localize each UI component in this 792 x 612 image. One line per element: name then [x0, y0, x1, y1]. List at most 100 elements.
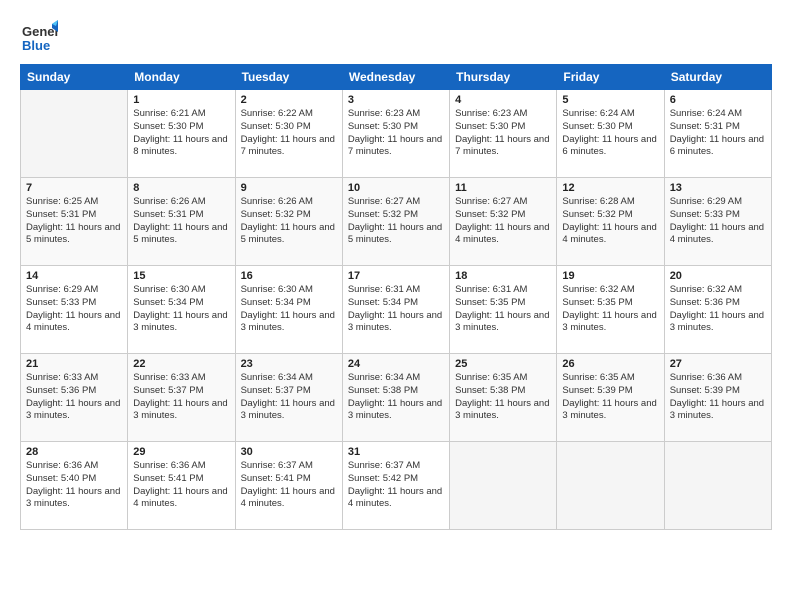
- calendar-cell: 21Sunrise: 6:33 AMSunset: 5:36 PMDayligh…: [21, 354, 128, 442]
- day-number: 21: [26, 358, 122, 370]
- day-number: 4: [455, 94, 551, 106]
- calendar-cell: 24Sunrise: 6:34 AMSunset: 5:38 PMDayligh…: [342, 354, 449, 442]
- day-number: 11: [455, 182, 551, 194]
- day-info: Sunrise: 6:31 AMSunset: 5:34 PMDaylight:…: [348, 284, 444, 335]
- calendar-body: 1Sunrise: 6:21 AMSunset: 5:30 PMDaylight…: [21, 90, 772, 530]
- day-number: 18: [455, 270, 551, 282]
- logo-icon: General Blue: [20, 18, 58, 56]
- calendar-cell: 28Sunrise: 6:36 AMSunset: 5:40 PMDayligh…: [21, 442, 128, 530]
- day-number: 30: [241, 446, 337, 458]
- calendar-cell: 26 Sunrise: 6:35 AMSunset: 5:39 PMDayligh…: [557, 354, 664, 442]
- day-number: 9: [241, 182, 337, 194]
- day-number: 8: [133, 182, 229, 194]
- col-header-sunday: Sunday: [21, 65, 128, 90]
- calendar-cell: [21, 90, 128, 178]
- calendar-cell: 6 Sunrise: 6:24 AMSunset: 5:31 PMDaylight…: [664, 90, 771, 178]
- calendar-week-row: 28Sunrise: 6:36 AMSunset: 5:40 PMDayligh…: [21, 442, 772, 530]
- day-info: Sunrise: 6:31 AMSunset: 5:35 PMDaylight:…: [455, 284, 551, 335]
- calendar-table: SundayMondayTuesdayWednesdayThursdayFrid…: [20, 64, 772, 530]
- col-header-tuesday: Tuesday: [235, 65, 342, 90]
- day-number: 17: [348, 270, 444, 282]
- day-info: Sunrise: 6:28 AMSunset: 5:32 PMDaylight:…: [562, 196, 658, 247]
- calendar-cell: 25 Sunrise: 6:35 AMSunset: 5:38 PMDayligh…: [450, 354, 557, 442]
- day-number: 26: [562, 358, 658, 370]
- calendar-cell: 22 Sunrise: 6:33 AMSunset: 5:37 PMDayligh…: [128, 354, 235, 442]
- day-info: Sunrise: 6:36 AMSunset: 5:40 PMDaylight:…: [26, 460, 122, 511]
- calendar-cell: 27Sunrise: 6:36 AMSunset: 5:39 PMDayligh…: [664, 354, 771, 442]
- day-number: 1: [133, 94, 229, 106]
- day-info: Sunrise: 6:27 AMSunset: 5:32 PMDaylight:…: [348, 196, 444, 247]
- day-info: Sunrise: 6:29 AMSunset: 5:33 PMDaylight:…: [26, 284, 122, 335]
- day-number: 13: [670, 182, 766, 194]
- day-info: Sunrise: 6:25 AMSunset: 5:31 PMDaylight:…: [26, 196, 122, 247]
- day-info: Sunrise: 6:33 AMSunset: 5:37 PMDaylight:…: [133, 372, 229, 423]
- day-number: 14: [26, 270, 122, 282]
- calendar-header-row: SundayMondayTuesdayWednesdayThursdayFrid…: [21, 65, 772, 90]
- calendar-cell: [664, 442, 771, 530]
- day-info: Sunrise: 6:30 AMSunset: 5:34 PMDaylight:…: [133, 284, 229, 335]
- calendar-cell: 17 Sunrise: 6:31 AMSunset: 5:34 PMDayligh…: [342, 266, 449, 354]
- svg-text:Blue: Blue: [22, 38, 50, 53]
- calendar-cell: 16 Sunrise: 6:30 AMSunset: 5:34 PMDayligh…: [235, 266, 342, 354]
- calendar-week-row: 1Sunrise: 6:21 AMSunset: 5:30 PMDaylight…: [21, 90, 772, 178]
- day-number: 25: [455, 358, 551, 370]
- day-number: 6: [670, 94, 766, 106]
- page: General Blue SundayMondayTuesdayWednesda…: [0, 0, 792, 612]
- day-info: Sunrise: 6:29 AMSunset: 5:33 PMDaylight:…: [670, 196, 766, 247]
- day-number: 2: [241, 94, 337, 106]
- calendar-week-row: 14 Sunrise: 6:29 AMSunset: 5:33 PMDayligh…: [21, 266, 772, 354]
- day-info: Sunrise: 6:27 AMSunset: 5:32 PMDaylight:…: [455, 196, 551, 247]
- day-info: Sunrise: 6:35 AMSunset: 5:38 PMDaylight:…: [455, 372, 551, 423]
- calendar-cell: 8 Sunrise: 6:26 AMSunset: 5:31 PMDaylight…: [128, 178, 235, 266]
- day-number: 24: [348, 358, 444, 370]
- calendar-cell: 7 Sunrise: 6:25 AMSunset: 5:31 PMDaylight…: [21, 178, 128, 266]
- col-header-thursday: Thursday: [450, 65, 557, 90]
- col-header-friday: Friday: [557, 65, 664, 90]
- day-info: Sunrise: 6:24 AMSunset: 5:31 PMDaylight:…: [670, 108, 766, 159]
- calendar-cell: [557, 442, 664, 530]
- calendar-week-row: 7 Sunrise: 6:25 AMSunset: 5:31 PMDaylight…: [21, 178, 772, 266]
- day-number: 19: [562, 270, 658, 282]
- calendar-cell: 31Sunrise: 6:37 AMSunset: 5:42 PMDayligh…: [342, 442, 449, 530]
- day-info: Sunrise: 6:26 AMSunset: 5:31 PMDaylight:…: [133, 196, 229, 247]
- calendar-cell: 1Sunrise: 6:21 AMSunset: 5:30 PMDaylight…: [128, 90, 235, 178]
- header: General Blue: [20, 18, 772, 56]
- calendar-cell: 12 Sunrise: 6:28 AMSunset: 5:32 PMDayligh…: [557, 178, 664, 266]
- calendar-cell: 29 Sunrise: 6:36 AMSunset: 5:41 PMDayligh…: [128, 442, 235, 530]
- day-info: Sunrise: 6:36 AMSunset: 5:41 PMDaylight:…: [133, 460, 229, 511]
- day-number: 10: [348, 182, 444, 194]
- calendar-cell: 15 Sunrise: 6:30 AMSunset: 5:34 PMDayligh…: [128, 266, 235, 354]
- col-header-saturday: Saturday: [664, 65, 771, 90]
- day-info: Sunrise: 6:32 AMSunset: 5:36 PMDaylight:…: [670, 284, 766, 335]
- calendar-cell: 19 Sunrise: 6:32 AMSunset: 5:35 PMDayligh…: [557, 266, 664, 354]
- calendar-cell: 13 Sunrise: 6:29 AMSunset: 5:33 PMDayligh…: [664, 178, 771, 266]
- day-info: Sunrise: 6:37 AMSunset: 5:42 PMDaylight:…: [348, 460, 444, 511]
- calendar-cell: 5Sunrise: 6:24 AMSunset: 5:30 PMDaylight…: [557, 90, 664, 178]
- calendar-cell: 14 Sunrise: 6:29 AMSunset: 5:33 PMDayligh…: [21, 266, 128, 354]
- col-header-wednesday: Wednesday: [342, 65, 449, 90]
- day-number: 20: [670, 270, 766, 282]
- calendar-cell: 10 Sunrise: 6:27 AMSunset: 5:32 PMDayligh…: [342, 178, 449, 266]
- calendar-cell: 18 Sunrise: 6:31 AMSunset: 5:35 PMDayligh…: [450, 266, 557, 354]
- day-info: Sunrise: 6:35 AMSunset: 5:39 PMDaylight:…: [562, 372, 658, 423]
- day-number: 29: [133, 446, 229, 458]
- logo: General Blue: [20, 18, 58, 56]
- day-info: Sunrise: 6:23 AMSunset: 5:30 PMDaylight:…: [455, 108, 551, 159]
- day-number: 23: [241, 358, 337, 370]
- day-info: Sunrise: 6:23 AMSunset: 5:30 PMDaylight:…: [348, 108, 444, 159]
- day-info: Sunrise: 6:32 AMSunset: 5:35 PMDaylight:…: [562, 284, 658, 335]
- calendar-cell: 23Sunrise: 6:34 AMSunset: 5:37 PMDayligh…: [235, 354, 342, 442]
- day-number: 16: [241, 270, 337, 282]
- day-info: Sunrise: 6:24 AMSunset: 5:30 PMDaylight:…: [562, 108, 658, 159]
- calendar-cell: 20 Sunrise: 6:32 AMSunset: 5:36 PMDayligh…: [664, 266, 771, 354]
- calendar-cell: 11 Sunrise: 6:27 AMSunset: 5:32 PMDayligh…: [450, 178, 557, 266]
- calendar-cell: [450, 442, 557, 530]
- day-info: Sunrise: 6:22 AMSunset: 5:30 PMDaylight:…: [241, 108, 337, 159]
- day-info: Sunrise: 6:26 AMSunset: 5:32 PMDaylight:…: [241, 196, 337, 247]
- day-info: Sunrise: 6:30 AMSunset: 5:34 PMDaylight:…: [241, 284, 337, 335]
- day-number: 12: [562, 182, 658, 194]
- day-info: Sunrise: 6:36 AMSunset: 5:39 PMDaylight:…: [670, 372, 766, 423]
- day-number: 22: [133, 358, 229, 370]
- day-number: 7: [26, 182, 122, 194]
- day-number: 15: [133, 270, 229, 282]
